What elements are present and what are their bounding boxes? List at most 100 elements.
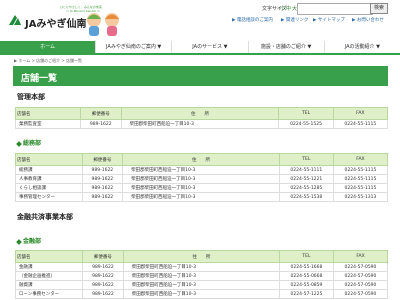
cell-zip: 989-1622 bbox=[82, 280, 124, 290]
subsection-label: 金融部 bbox=[23, 238, 42, 245]
table-row: ローン事務センター 989-1622 柴田郡柴田町西船迫一丁目10-3 0224… bbox=[14, 289, 389, 299]
cell-fax: 0224-57-0590 bbox=[332, 280, 389, 290]
nav-home[interactable]: ホーム bbox=[0, 41, 97, 53]
nav-about[interactable]: JAみやぎ仙南のご案内 ▼ bbox=[96, 41, 173, 53]
cell-zip: 989-1622 bbox=[81, 192, 124, 202]
cell-tel: 0224-55-1111 bbox=[278, 165, 334, 175]
cell-name: 事務管理センター bbox=[15, 192, 83, 202]
col-header-zip: 郵便番号 bbox=[79, 107, 122, 120]
cell-name: 総務課 bbox=[15, 165, 83, 175]
font-size-small[interactable]: 小 bbox=[280, 5, 285, 12]
col-header-address: 住 所 bbox=[120, 107, 280, 120]
table-row: （金融企画推進） 989-1622 柴田郡柴田町西船迫一丁目10-3 0224-… bbox=[14, 271, 389, 281]
table-row: 人事教育課 989-1622 柴田郡柴田町西船迫一丁目10-3 0224-55-… bbox=[15, 174, 389, 184]
cell-address: 柴田郡柴田町西船迫一丁目10-3 bbox=[122, 262, 280, 272]
cell-tel: 0224-55-1525 bbox=[278, 119, 334, 129]
mascot-illustration-icon bbox=[87, 13, 119, 36]
nav-services[interactable]: JAのサービス ▼ bbox=[172, 41, 249, 53]
cell-tel: 0224-55-1668 bbox=[278, 262, 334, 272]
cell-fax: 0224-57-0590 bbox=[332, 262, 389, 272]
col-header-name: 店舗名 bbox=[15, 107, 81, 120]
cell-zip: 989-1622 bbox=[82, 271, 124, 281]
cell-name: 業務監査室 bbox=[15, 119, 81, 129]
table-header-row: 店舗名 郵便番号 住 所 TEL FAX bbox=[15, 107, 389, 120]
col-header-name: 店舗名 bbox=[14, 250, 84, 263]
util-link-phone[interactable]: ▶ 電話相談のご案内 bbox=[232, 17, 273, 23]
diamond-bullet-icon bbox=[16, 140, 22, 147]
nav-activities[interactable]: JAの活動紹介 ▼ bbox=[324, 41, 400, 53]
col-header-tel: TEL bbox=[278, 107, 334, 120]
cell-fax: 0224-55-1115 bbox=[332, 165, 389, 175]
brand-name[interactable]: JAみやぎ仙南 bbox=[25, 15, 86, 30]
util-link-contact[interactable]: ▶ お問い合わせ bbox=[352, 17, 384, 23]
cell-address: 柴田郡柴田町西船迫一丁目10-3 bbox=[122, 280, 280, 290]
search-input[interactable] bbox=[297, 3, 373, 15]
cell-zip: 989-1622 bbox=[81, 174, 124, 184]
cell-fax: 0224-57-0590 bbox=[332, 271, 389, 281]
cell-tel: 0224-55-1285 bbox=[278, 183, 334, 193]
table-row: 金融課 989-1622 柴田郡柴田町西船迫一丁目10-3 0224-55-16… bbox=[14, 262, 389, 272]
cell-address: 柴田郡柴田町西船迫一丁目10-3 bbox=[122, 183, 280, 193]
cell-name: 人事教育課 bbox=[15, 174, 83, 184]
search-button[interactable]: 検索 bbox=[370, 3, 388, 14]
table-header-row: 店舗名 郵便番号 住 所 TEL FAX bbox=[15, 153, 389, 166]
table-row: 総務課 989-1622 柴田郡柴田町西船迫一丁目10-3 0224-55-11… bbox=[15, 165, 389, 175]
cell-name: 融資課 bbox=[14, 280, 84, 290]
breadcrumb[interactable]: ▶ ホーム > 店舗のご紹介 > 店舗一覧 bbox=[14, 58, 82, 64]
global-nav: ホーム JAみやぎ仙南のご案内 ▼ JAのサービス ▼ 施設・店舗のご紹介 ▼ … bbox=[0, 41, 400, 53]
cell-address: 柴田郡柴田町西船迫一丁目10-3 bbox=[122, 289, 280, 299]
cell-fax: 0224-55-1115 bbox=[332, 119, 389, 129]
cell-address: 柴田郡柴田町西船迫一丁目10-3 bbox=[120, 119, 280, 129]
cell-zip: 989-1622 bbox=[79, 119, 122, 129]
cell-zip: 989-1622 bbox=[81, 183, 124, 193]
cell-tel: 0224-57-1225 bbox=[278, 289, 334, 299]
section-title-finance: 金融共済事業本部 bbox=[17, 213, 73, 221]
table-row: 事務管理センター 989-1622 柴田郡柴田町西船迫一丁目10-3 0224-… bbox=[15, 192, 389, 202]
cell-name: くらし相談課 bbox=[15, 183, 83, 193]
ja-logo-icon[interactable] bbox=[8, 13, 22, 27]
cell-fax: 0224-55-1115 bbox=[332, 174, 389, 184]
cell-tel: 0224-55-1538 bbox=[278, 192, 334, 202]
cell-fax: 0224-55-1313 bbox=[332, 192, 389, 202]
cell-address: 柴田郡柴田町西船迫一丁目10-3 bbox=[122, 192, 280, 202]
col-header-tel: TEL bbox=[278, 153, 334, 166]
col-header-address: 住 所 bbox=[122, 153, 280, 166]
col-header-zip: 郵便番号 bbox=[81, 153, 124, 166]
font-size-medium[interactable]: 中 bbox=[286, 5, 291, 12]
cell-tel: 0224-55-0859 bbox=[278, 280, 334, 290]
table-row: くらし相談課 989-1622 柴田郡柴田町西船迫一丁目10-3 0224-55… bbox=[15, 183, 389, 193]
col-header-fax: FAX bbox=[332, 153, 389, 166]
cell-name: ローン事務センター bbox=[14, 289, 84, 299]
subsection-label: 総務部 bbox=[23, 140, 42, 147]
util-link-related[interactable]: ▶ 関連リンク bbox=[281, 17, 308, 23]
page-title-bar: 店舗一覧 bbox=[13, 66, 388, 86]
store-table-general-affairs: 店舗名 郵便番号 住 所 TEL FAX 総務課 989-1622 柴田郡柴田町… bbox=[15, 153, 389, 202]
store-table-audit: 店舗名 郵便番号 住 所 TEL FAX 業務監査室 989-1622 柴田郡柴… bbox=[15, 107, 389, 129]
section-title-admin: 管理本部 bbox=[17, 93, 45, 101]
store-table-finance: 店舗名 郵便番号 住 所 TEL FAX 金融課 989-1622 柴田郡柴田町… bbox=[14, 250, 389, 299]
cell-address: 柴田郡柴田町西船迫一丁目10-3 bbox=[122, 165, 280, 175]
subsection-title-finance-dept: 金融部 bbox=[16, 236, 42, 245]
nav-underline bbox=[0, 53, 400, 55]
cell-address: 柴田郡柴田町西船迫一丁目10-3 bbox=[122, 174, 280, 184]
util-link-sitemap[interactable]: ▶ サイトマップ bbox=[313, 17, 345, 23]
cell-fax: 0224-57-0590 bbox=[332, 289, 389, 299]
table-row: 融資課 989-1622 柴田郡柴田町西船迫一丁目10-3 0224-55-08… bbox=[14, 280, 389, 290]
col-header-tel: TEL bbox=[278, 250, 334, 263]
cell-tel: 0224-55-1221 bbox=[278, 174, 334, 184]
col-header-fax: FAX bbox=[332, 250, 389, 263]
cell-name: 金融課 bbox=[14, 262, 84, 272]
table-header-row: 店舗名 郵便番号 住 所 TEL FAX bbox=[14, 250, 389, 263]
col-header-address: 住 所 bbox=[122, 250, 280, 263]
diamond-bullet-icon bbox=[16, 238, 22, 245]
col-header-zip: 郵便番号 bbox=[82, 250, 124, 263]
col-header-fax: FAX bbox=[332, 107, 389, 120]
cell-zip: 989-1622 bbox=[82, 262, 124, 272]
cell-address: 柴田郡柴田町西船迫一丁目10-3 bbox=[122, 271, 280, 281]
page-title: 店舗一覧 bbox=[21, 74, 58, 84]
table-row: 業務監査室 989-1622 柴田郡柴田町西船迫一丁目10-3 0224-55-… bbox=[15, 119, 389, 129]
cell-fax: 0224-55-1115 bbox=[332, 183, 389, 193]
cell-tel: 0224-55-0668 bbox=[278, 271, 334, 281]
nav-facilities[interactable]: 施設・店舗のご紹介 ▼ bbox=[248, 41, 325, 53]
cell-zip: 989-1622 bbox=[81, 165, 124, 175]
